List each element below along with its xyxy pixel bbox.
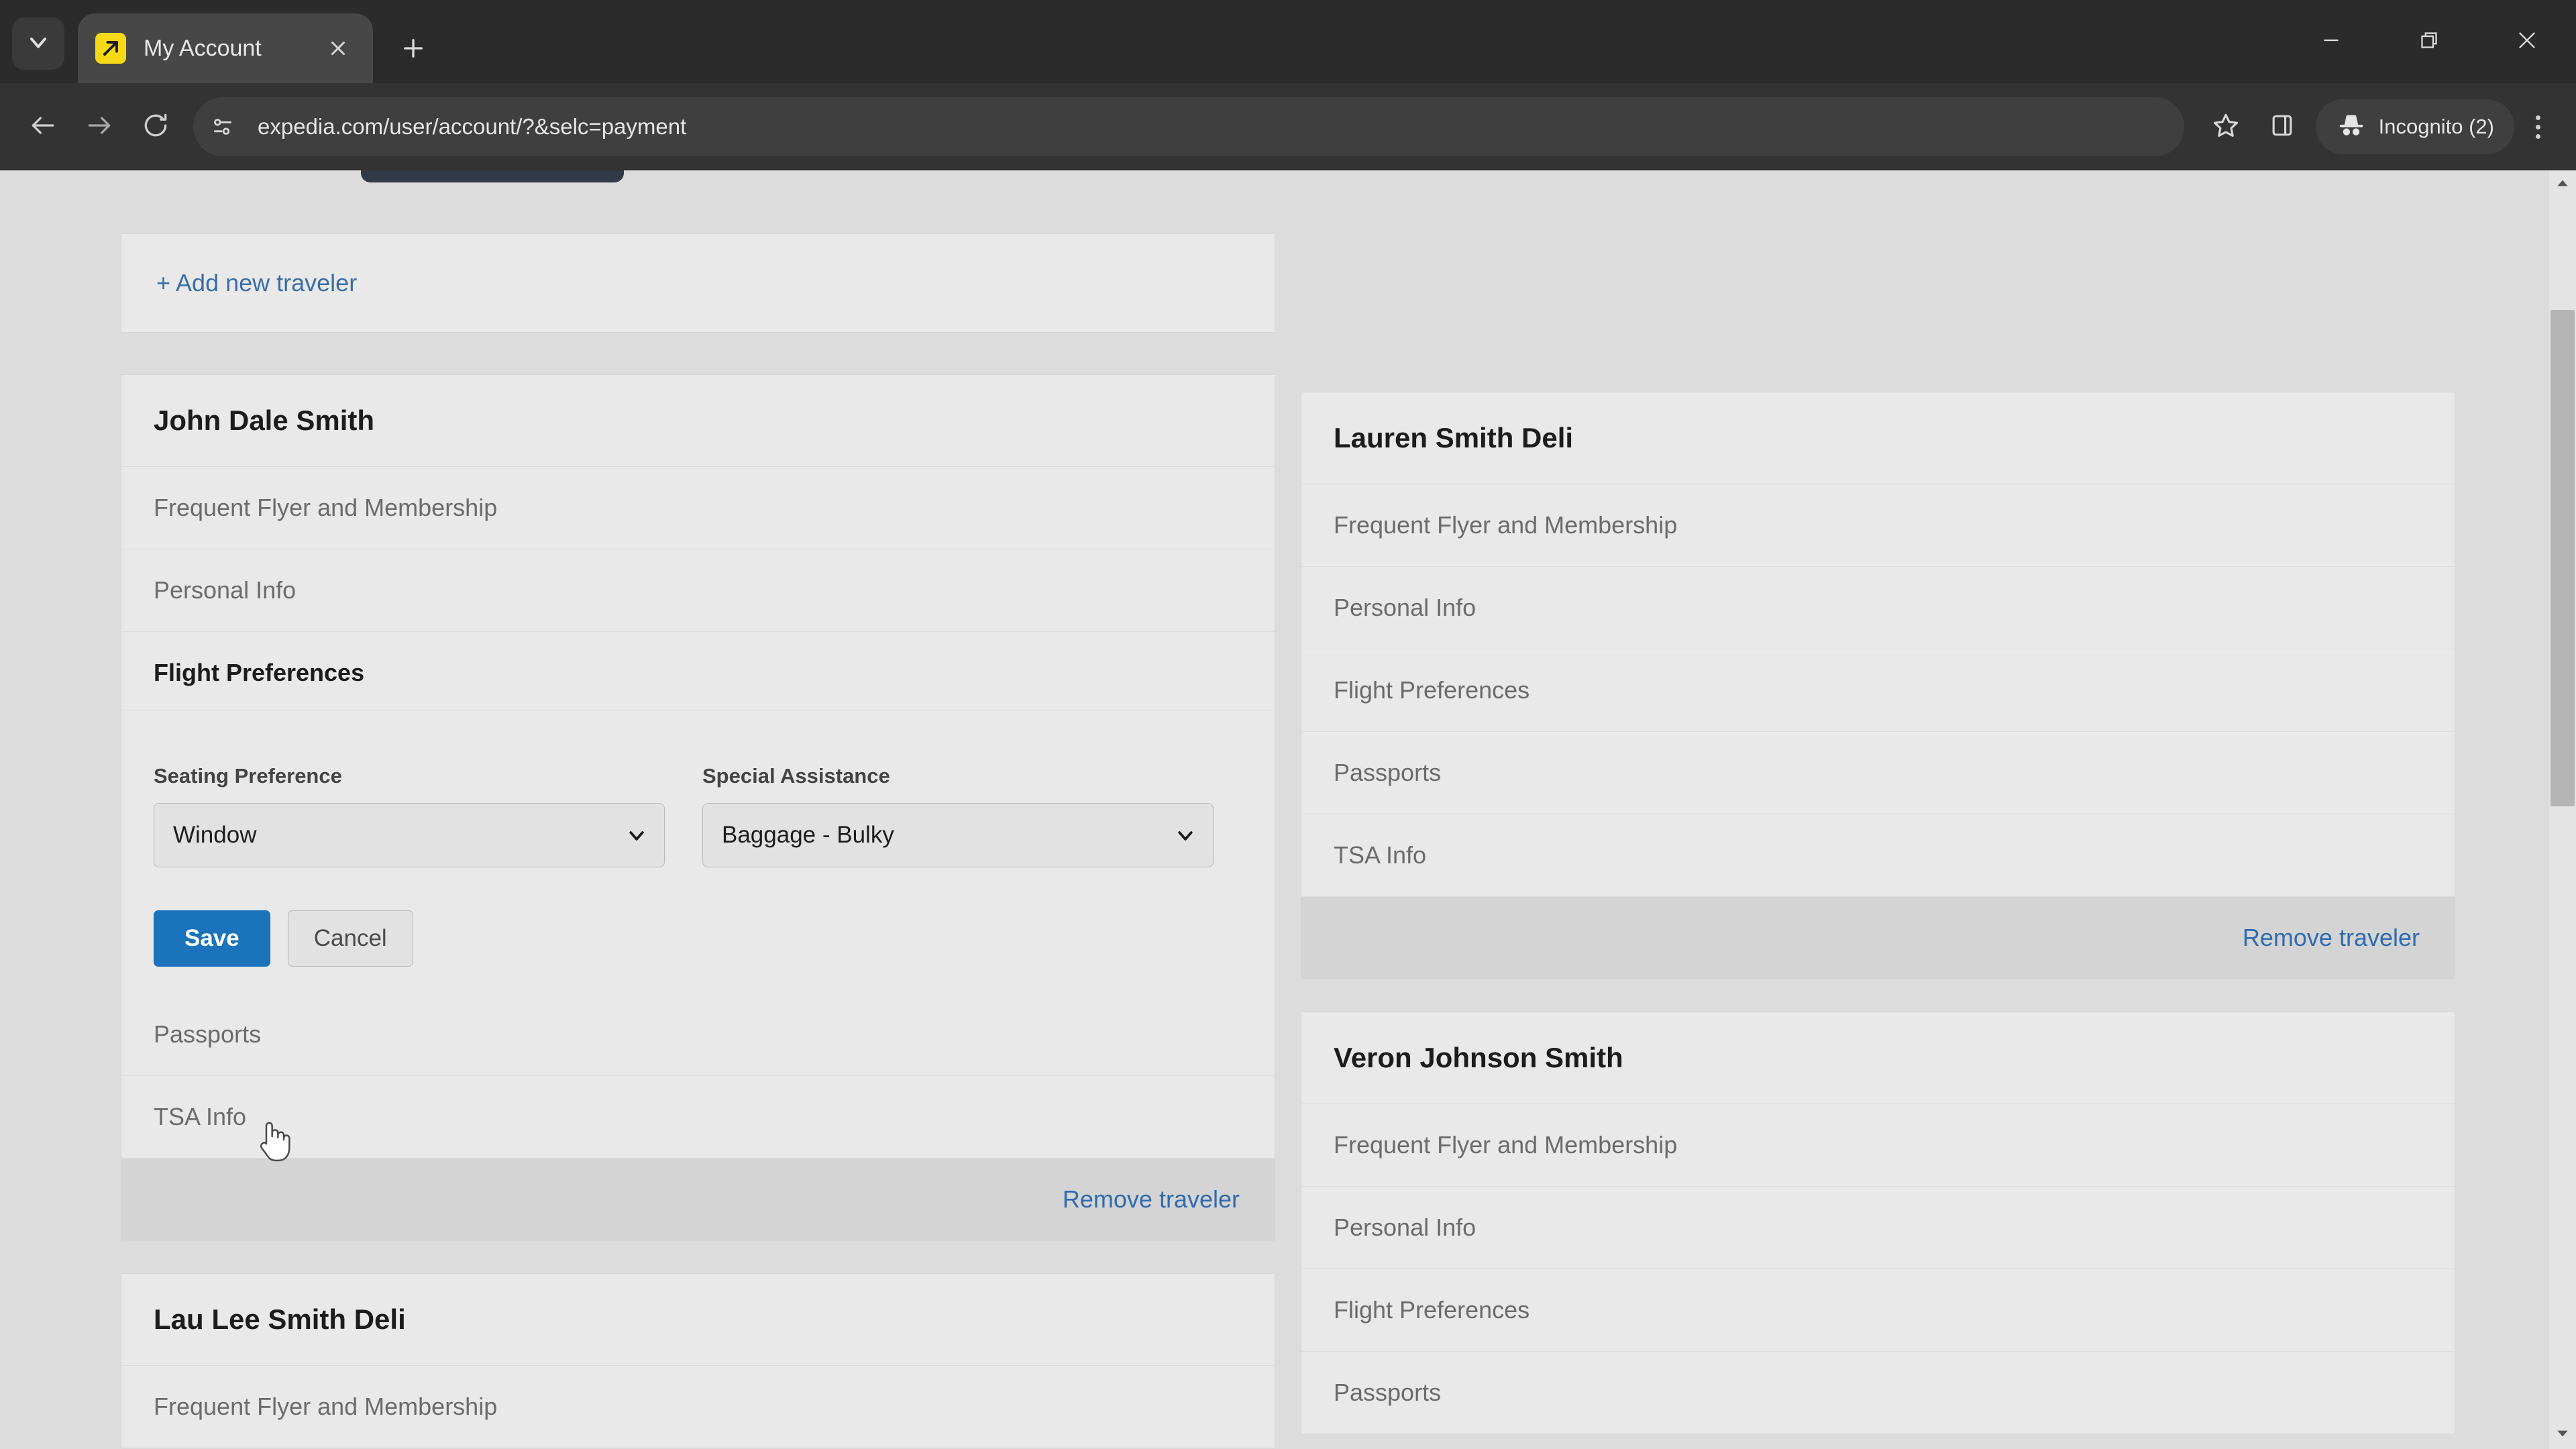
form-actions: Save Cancel: [154, 910, 1242, 967]
seating-preference-select[interactable]: Window: [154, 803, 665, 867]
special-assistance-select[interactable]: Baggage - Bulky: [702, 803, 1214, 867]
preferences-fields: Seating Preference Window Special Assist…: [154, 764, 1242, 867]
traveler-name: Lau Lee Smith Deli: [121, 1274, 1275, 1366]
section-tsa-info[interactable]: TSA Info: [1301, 814, 2455, 897]
traveler-card-footer: Remove traveler: [121, 1159, 1275, 1240]
section-personal-info[interactable]: Personal Info: [1301, 567, 2455, 649]
seating-preference-label: Seating Preference: [154, 764, 342, 788]
traveler-name: Lauren Smith Deli: [1301, 392, 2455, 484]
traveler-card: Lau Lee Smith Deli Frequent Flyer and Me…: [121, 1273, 1275, 1448]
cancel-button[interactable]: Cancel: [287, 910, 413, 967]
traveler-card: Lauren Smith Deli Frequent Flyer and Mem…: [1301, 392, 2455, 979]
incognito-label: Incognito (2): [2378, 115, 2494, 138]
star-icon: [2211, 111, 2241, 144]
section-personal-info[interactable]: Personal Info: [121, 549, 1275, 632]
section-frequent-flyer[interactable]: Frequent Flyer and Membership: [1301, 484, 2455, 567]
seating-preference-field: Seating Preference Window: [154, 764, 665, 867]
close-icon: [2515, 28, 2539, 56]
chevron-down-icon: [25, 29, 52, 59]
maximize-button[interactable]: [2380, 0, 2478, 83]
new-tab-button[interactable]: [388, 23, 439, 74]
forward-arrow-icon: [85, 111, 114, 144]
scrollbar-thumb[interactable]: [2551, 310, 2575, 806]
close-window-button[interactable]: [2478, 0, 2576, 83]
incognito-hat-icon: [2336, 110, 2367, 144]
special-assistance-field: Special Assistance Baggage - Bulky: [702, 764, 1214, 867]
forward-button[interactable]: [71, 99, 127, 155]
back-button[interactable]: [15, 99, 71, 155]
browser-tab[interactable]: My Account: [78, 13, 373, 83]
remove-traveler-link[interactable]: Remove traveler: [2243, 924, 2420, 951]
restore-icon: [2417, 28, 2441, 56]
section-frequent-flyer[interactable]: Frequent Flyer and Membership: [121, 1366, 1275, 1448]
seating-preference-value: Window: [173, 822, 257, 848]
travelers-right-column: Lauren Smith Deli Frequent Flyer and Mem…: [1301, 170, 2455, 1449]
reload-icon: [141, 111, 170, 144]
address-bar[interactable]: expedia.com/user/account/?&selc=payment: [193, 97, 2184, 156]
flight-preferences-form: Seating Preference Window Special Assist…: [121, 764, 1275, 994]
special-assistance-value: Baggage - Bulky: [722, 822, 894, 848]
side-panel-icon: [2267, 111, 2297, 144]
travelers-left-column: + Add new traveler John Dale Smith Frequ…: [121, 170, 1275, 1449]
expedia-arrow-icon: [95, 33, 126, 64]
traveler-name: Veron Johnson Smith: [1301, 1012, 2455, 1104]
triangle-up-icon: [2555, 176, 2570, 194]
url-text: expedia.com/user/account/?&selc=payment: [258, 114, 687, 139]
reload-button[interactable]: [127, 99, 184, 155]
chevron-down-icon: [627, 825, 647, 845]
section-passports[interactable]: Passports: [1301, 732, 2455, 814]
traveler-card: John Dale Smith Frequent Flyer and Membe…: [121, 374, 1275, 1241]
browser-toolbar: expedia.com/user/account/?&selc=payment: [0, 83, 2576, 170]
tab-strip: My Account: [0, 0, 2576, 83]
page-scrollbar[interactable]: [2548, 170, 2576, 1449]
browser-window: My Account expedia.com/user/account/?&se…: [0, 0, 2576, 1449]
incognito-indicator[interactable]: Incognito (2): [2315, 99, 2514, 154]
minimize-icon: [2319, 28, 2343, 56]
window-controls: [2282, 0, 2576, 83]
section-personal-info[interactable]: Personal Info: [1301, 1187, 2455, 1269]
section-frequent-flyer[interactable]: Frequent Flyer and Membership: [1301, 1104, 2455, 1187]
tab-title: My Account: [144, 35, 262, 61]
traveler-card-footer: Remove traveler: [1301, 897, 2455, 979]
save-button[interactable]: Save: [154, 910, 270, 967]
add-traveler-card[interactable]: + Add new traveler: [121, 233, 1275, 333]
kebab-menu-icon: [2535, 115, 2540, 120]
section-flight-preferences[interactable]: Flight Preferences: [1301, 1269, 2455, 1352]
site-settings-icon[interactable]: [197, 101, 248, 152]
section-tsa-info[interactable]: TSA Info: [121, 1076, 1275, 1159]
travelers-grid: + Add new traveler John Dale Smith Frequ…: [121, 170, 2455, 1449]
special-assistance-label: Special Assistance: [702, 764, 890, 788]
back-arrow-icon: [28, 111, 58, 144]
scroll-up-button[interactable]: [2548, 170, 2576, 199]
chevron-down-icon: [1175, 825, 1195, 845]
side-panel-button[interactable]: [2254, 99, 2310, 155]
page-viewport: + Add new traveler John Dale Smith Frequ…: [0, 170, 2576, 1449]
tab-close-icon[interactable]: [321, 31, 356, 66]
bookmark-button[interactable]: [2198, 99, 2254, 155]
remove-traveler-link[interactable]: Remove traveler: [1063, 1185, 1240, 1213]
section-frequent-flyer[interactable]: Frequent Flyer and Membership: [121, 467, 1275, 549]
section-passports[interactable]: Passports: [1301, 1352, 2455, 1434]
minimize-button[interactable]: [2282, 0, 2380, 83]
traveler-card: Veron Johnson Smith Frequent Flyer and M…: [1301, 1012, 2455, 1434]
browser-menu-button[interactable]: [2514, 99, 2561, 155]
scroll-down-button[interactable]: [2548, 1421, 2576, 1449]
add-new-traveler-link[interactable]: + Add new traveler: [121, 234, 1275, 332]
section-flight-preferences[interactable]: Flight Preferences: [121, 632, 1275, 710]
section-passports[interactable]: Passports: [121, 994, 1275, 1076]
traveler-name: John Dale Smith: [121, 375, 1275, 467]
triangle-down-icon: [2555, 1426, 2570, 1444]
section-flight-preferences[interactable]: Flight Preferences: [1301, 649, 2455, 732]
tab-search-button[interactable]: [12, 17, 64, 70]
